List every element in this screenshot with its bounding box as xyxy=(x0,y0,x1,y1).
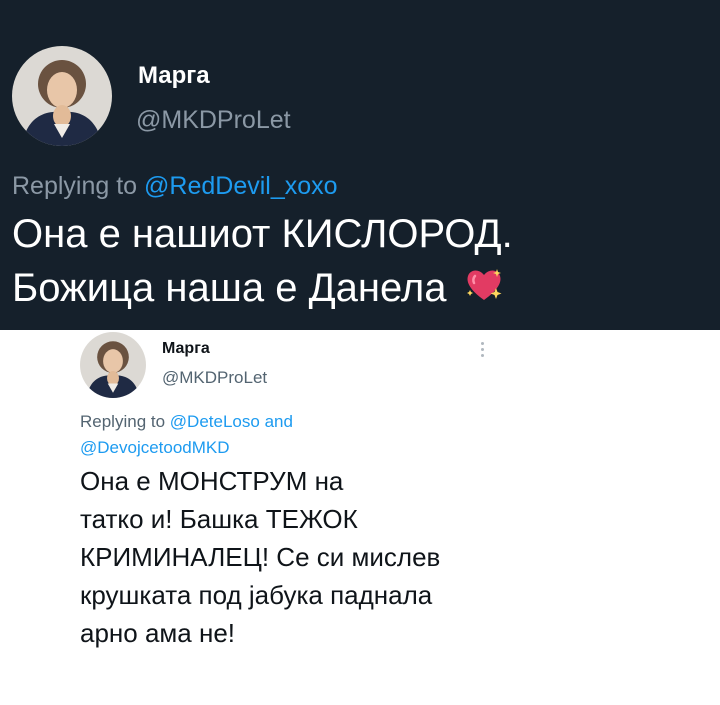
user-handle[interactable]: @MKDProLet xyxy=(136,106,291,135)
tweet-text-line: Божица наша е Данела xyxy=(12,266,504,314)
user-handle[interactable]: @MKDProLet xyxy=(162,368,267,388)
reply-and-text: and xyxy=(264,412,293,431)
reply-mention-link[interactable]: @RedDevil_xoxo xyxy=(144,172,338,200)
avatar[interactable] xyxy=(80,332,146,398)
reply-mention-link[interactable]: @DevojcetoodMKD xyxy=(80,438,230,458)
profile-photo-icon xyxy=(80,332,146,398)
replying-to-line: Replying to @RedDevil_xoxo xyxy=(12,172,338,201)
display-name[interactable]: Марга xyxy=(162,340,210,358)
display-name[interactable]: Марга xyxy=(138,62,210,90)
tweet-light: Марга @MKDProLet Replying to @DeteLoso a… xyxy=(0,330,720,705)
tweet-text-line: татко и! Башка ТЕЖОК xyxy=(80,504,358,534)
tweet-text-line: КРИМИНАЛЕЦ! Се си мислев xyxy=(80,542,441,572)
replying-to-line: Replying to @DeteLoso and xyxy=(80,412,293,432)
tweet-text: Божица наша е Данела xyxy=(12,266,447,310)
more-options-icon[interactable] xyxy=(478,342,486,362)
tweet-text-line: крушката под јабука паднала xyxy=(80,580,433,610)
reply-mention-link[interactable]: @DeteLoso xyxy=(170,412,260,431)
profile-photo-icon xyxy=(12,46,112,146)
tweet-text-line: Она е нашиот КИСЛОРОД. xyxy=(12,212,513,256)
tweet-text-line: Она е МОНСТРУМ на xyxy=(80,466,344,496)
avatar[interactable] xyxy=(12,46,112,146)
replying-to-label: Replying to xyxy=(12,172,138,200)
sparkling-heart-icon xyxy=(464,266,504,314)
replying-to-label: Replying to xyxy=(80,412,166,431)
tweet-text-line: арно ама не! xyxy=(80,618,236,648)
tweet-dark: Марга @MKDProLet Replying to @RedDevil_x… xyxy=(0,0,720,330)
